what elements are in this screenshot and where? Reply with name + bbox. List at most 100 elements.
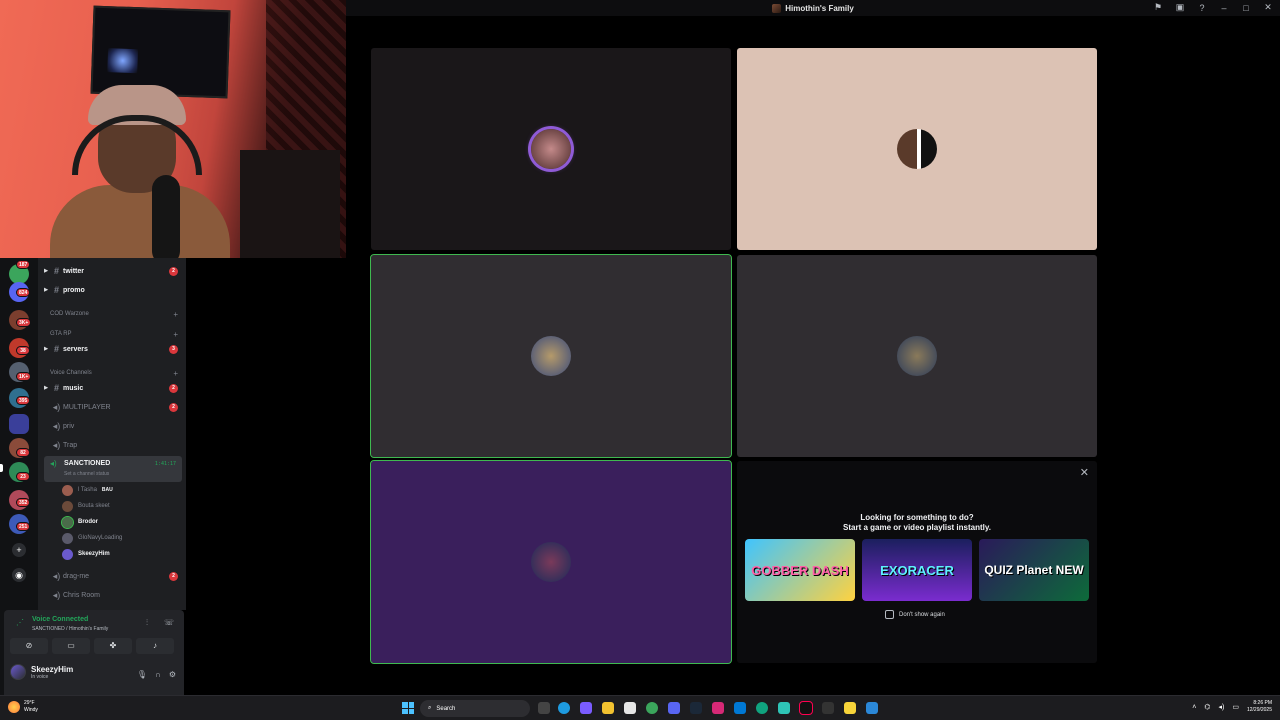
- close-button[interactable]: ✕: [1262, 2, 1274, 13]
- add-server-icon[interactable]: +: [12, 543, 26, 557]
- discover-icon[interactable]: ◉: [12, 568, 26, 582]
- discord-icon[interactable]: [668, 702, 680, 714]
- steam-icon[interactable]: [690, 702, 702, 714]
- close-icon[interactable]: ✕: [1080, 466, 1089, 479]
- channel-trap[interactable]: ◂) Trap: [42, 436, 182, 454]
- voice-user[interactable]: GloNavyLoading: [62, 530, 182, 546]
- category-cod[interactable]: COD Warzone +: [50, 308, 178, 320]
- soundboard-icon: ♪: [153, 641, 157, 650]
- voice-location[interactable]: SANCTIONED / Himothin's Family: [32, 626, 108, 632]
- add-channel-icon[interactable]: +: [173, 330, 178, 339]
- channel-sanctioned[interactable]: ◂) SANCTIONED 1:41:17 Set a channel stat…: [44, 456, 182, 482]
- voice-user[interactable]: Brodor: [61, 514, 182, 530]
- folder-icon[interactable]: [9, 414, 29, 434]
- game-gobber-dash[interactable]: GOBBER DASH: [745, 539, 855, 601]
- participant-tile[interactable]: [371, 48, 731, 250]
- maximize-button[interactable]: □: [1240, 3, 1252, 13]
- tiktok-icon[interactable]: [799, 701, 813, 715]
- discord-window: Himothin's Family ⚑ ▣ ? – □ ✕ 187 824 3K…: [0, 0, 1280, 720]
- speaker-icon: ◂): [52, 439, 61, 450]
- avatar: [62, 484, 73, 496]
- taskbar-search[interactable]: ⌕ Search: [420, 700, 530, 717]
- disconnect-icon[interactable]: ☏: [164, 618, 174, 627]
- app-icon[interactable]: [778, 702, 790, 714]
- category-gta[interactable]: GTA RP +: [50, 328, 178, 340]
- participant-tile[interactable]: [370, 254, 732, 458]
- store-icon[interactable]: [624, 702, 636, 714]
- copilot-icon[interactable]: [580, 702, 592, 714]
- voice-user[interactable]: l Tasha BAU: [62, 482, 182, 498]
- network-icon[interactable]: ⌬: [1204, 703, 1210, 711]
- xbox-icon[interactable]: [822, 702, 834, 714]
- add-channel-icon[interactable]: +: [173, 369, 178, 378]
- channel-badge: 3: [169, 344, 178, 354]
- title-bar: Himothin's Family ⚑ ▣ ? – □ ✕: [346, 0, 1280, 16]
- dont-show-again-checkbox[interactable]: Don't show again: [885, 610, 945, 619]
- voice-user[interactable]: Bouta skeet: [62, 498, 182, 514]
- volume-icon[interactable]: ◂): [1218, 703, 1224, 711]
- channel-priv[interactable]: ◂) priv: [42, 417, 182, 435]
- channel-servers[interactable]: ▶ # servers 3: [42, 340, 182, 358]
- system-tray: ˄ ⌬ ◂) ▭ 8:26 PM 12/29/2025: [1192, 700, 1272, 714]
- mention-badge: 187: [16, 260, 31, 269]
- participant-tile[interactable]: [737, 255, 1097, 457]
- chevron-up-icon[interactable]: ˄: [1192, 704, 1196, 711]
- chrome-icon[interactable]: [646, 702, 658, 714]
- channel-music[interactable]: ▶ # music 2: [42, 379, 182, 397]
- task-view-icon[interactable]: [538, 702, 550, 714]
- avatar: [531, 336, 571, 376]
- category-voice[interactable]: Voice Channels +: [50, 367, 178, 379]
- activities-button[interactable]: ✤: [94, 638, 132, 654]
- channel-promo[interactable]: ▶ # promo: [42, 281, 182, 299]
- noise-suppression-icon[interactable]: ⫶: [146, 618, 148, 628]
- channel-badge: 2: [169, 266, 178, 276]
- app-icon[interactable]: [866, 702, 878, 714]
- minimize-button[interactable]: –: [1218, 3, 1230, 13]
- avatar: [897, 129, 937, 169]
- checkbox[interactable]: [885, 610, 894, 619]
- sticky-notes-icon[interactable]: [844, 702, 856, 714]
- microphone: [152, 175, 180, 258]
- headphones-icon[interactable]: ∩: [155, 670, 161, 679]
- weather-widget[interactable]: 29°F Windy: [8, 700, 38, 714]
- channel-chris-room[interactable]: ◂) Chris Room: [42, 586, 182, 604]
- avatar: [531, 129, 571, 169]
- inbox-icon[interactable]: ▣: [1174, 2, 1186, 13]
- instagram-icon[interactable]: [712, 702, 724, 714]
- signal-icon[interactable]: ⋰: [16, 618, 24, 627]
- avatar: [10, 664, 26, 680]
- channel-status[interactable]: Set a channel status: [64, 471, 109, 477]
- chatgpt-icon[interactable]: [756, 702, 768, 714]
- mention-badge: 824: [16, 288, 31, 297]
- participant-tile[interactable]: [370, 460, 732, 664]
- add-channel-icon[interactable]: +: [173, 310, 178, 319]
- flag-icon[interactable]: ⚑: [1152, 2, 1164, 13]
- battery-icon[interactable]: ▭: [1232, 703, 1239, 711]
- start-button[interactable]: [402, 702, 414, 714]
- title-bar-icons: ⚑ ▣ ? – □ ✕: [1152, 2, 1274, 13]
- app-icon[interactable]: [734, 702, 746, 714]
- screen-share-button[interactable]: ▭: [52, 638, 90, 654]
- avatar: [62, 532, 73, 544]
- help-icon[interactable]: ?: [1196, 3, 1208, 13]
- edge-icon[interactable]: [558, 702, 570, 714]
- channel-drag-me[interactable]: ◂) drag-me 2: [42, 567, 182, 585]
- soundboard-button[interactable]: ♪: [136, 638, 174, 654]
- clock[interactable]: 8:26 PM 12/29/2025: [1247, 700, 1272, 714]
- camera-button[interactable]: ⊘: [10, 638, 48, 654]
- channel-multiplayer[interactable]: ◂) MULTIPLAYER 2: [42, 398, 182, 416]
- mention-badge: 352: [16, 498, 31, 507]
- game-quiz-planet[interactable]: QUIZ Planet NEW: [979, 539, 1089, 601]
- game-exoracer[interactable]: EXORACER: [862, 539, 972, 601]
- user-panel[interactable]: SkeezyHim In voice: [10, 664, 73, 680]
- settings-gear-icon[interactable]: ⚙: [169, 670, 176, 679]
- mention-badge: 82: [16, 448, 30, 457]
- channel-twitter[interactable]: ▶ # twitter 2: [42, 262, 182, 280]
- mention-badge: 395: [16, 396, 31, 405]
- file-explorer-icon[interactable]: [602, 702, 614, 714]
- microphone-icon[interactable]: 🎙︎: [137, 670, 147, 679]
- webcam-overlay: [0, 0, 346, 258]
- voice-user[interactable]: SkeezyHim: [62, 546, 182, 562]
- text-channel-icon: #: [53, 266, 59, 276]
- participant-tile[interactable]: [737, 48, 1097, 250]
